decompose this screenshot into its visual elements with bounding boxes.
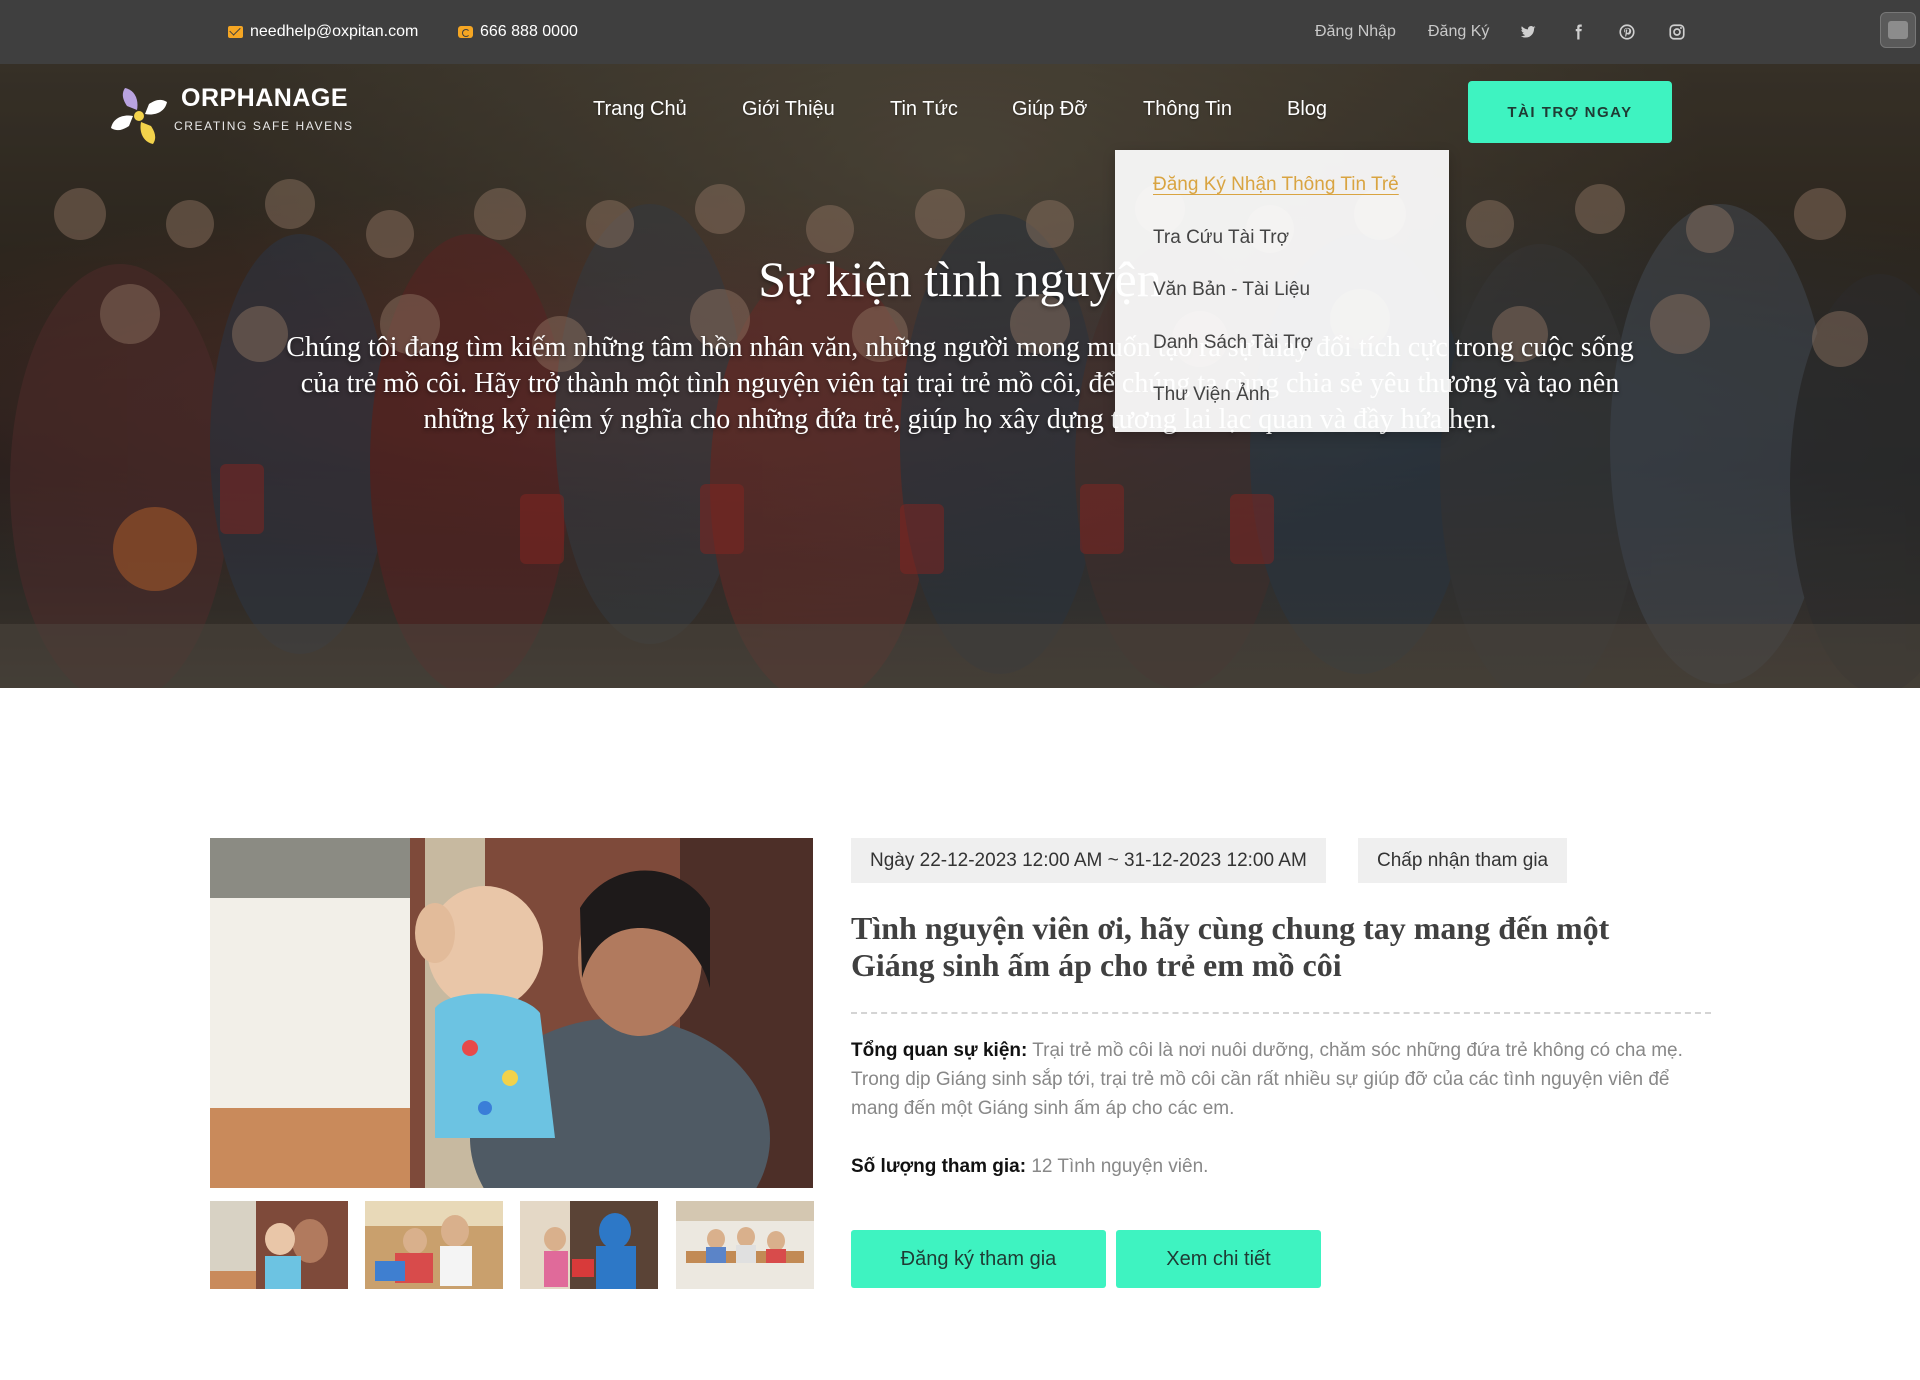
donate-now-button[interactable]: TÀI TRỢ NGAY <box>1468 81 1672 143</box>
dashed-divider <box>851 1012 1711 1014</box>
nav-item-information[interactable]: Thông Tin <box>1143 98 1232 124</box>
nav-item-news[interactable]: Tin Tức <box>890 98 958 124</box>
event-overview-label: Tổng quan sự kiện: <box>851 1040 1028 1061</box>
dropdown-item-sponsor-list[interactable]: Danh Sách Tài Trợ <box>1153 332 1313 354</box>
phone-contact[interactable]: 666 888 0000 <box>458 0 578 64</box>
phone-text: 666 888 0000 <box>480 23 578 40</box>
nav-item-home[interactable]: Trang Chủ <box>593 98 687 124</box>
dropdown-item-sponsorship-lookup[interactable]: Tra Cứu Tài Trợ <box>1153 227 1289 249</box>
envelope-icon <box>228 26 243 38</box>
instagram-icon[interactable] <box>1667 22 1687 42</box>
facebook-icon[interactable] <box>1568 22 1588 42</box>
event-status-badge: Chấp nhận tham gia <box>1358 838 1568 883</box>
participants-label: Số lượng tham gia: <box>851 1156 1027 1177</box>
information-dropdown-menu: Đăng Ký Nhận Thông Tin Trẻ Tra Cứu Tài T… <box>1115 150 1449 432</box>
event-participants: Số lượng tham gia: 12 Tình nguyện viên. <box>851 1152 1701 1181</box>
pinterest-icon[interactable] <box>1617 22 1637 42</box>
event-overview: Tổng quan sự kiện: Trại trẻ mồ côi là nơ… <box>851 1036 1701 1123</box>
register-link[interactable]: Đăng Ký <box>1428 0 1489 64</box>
event-thumbnail[interactable] <box>210 1201 348 1289</box>
participants-text: 12 Tình nguyện viên. <box>1031 1156 1209 1177</box>
extension-icon[interactable] <box>1880 12 1916 48</box>
event-date-range: Ngày 22-12-2023 12:00 AM ~ 31-12-2023 12… <box>851 838 1326 883</box>
event-title[interactable]: Tình nguyện viên ơi, hãy cùng chung tay … <box>851 910 1691 984</box>
twitter-icon[interactable] <box>1518 22 1538 42</box>
logo-name: ORPHANAGE <box>181 84 349 112</box>
site-logo[interactable]: ORPHANAGE CREATING SAFE HAVENS <box>105 80 355 150</box>
top-bar: needhelp@oxpitan.com 666 888 0000 Đăng N… <box>0 0 1920 64</box>
nav-item-about[interactable]: Giới Thiệu <box>742 98 835 124</box>
login-link[interactable]: Đăng Nhập <box>1315 0 1396 64</box>
view-details-button[interactable]: Xem chi tiết <box>1116 1230 1321 1288</box>
phone-icon <box>458 26 473 38</box>
nav-item-blog[interactable]: Blog <box>1287 98 1327 124</box>
logo-tagline: CREATING SAFE HAVENS <box>174 119 354 133</box>
event-thumbnail[interactable] <box>676 1201 814 1289</box>
hero-title: Sự kiện tình nguyện <box>758 251 1162 307</box>
hands-logo-icon <box>111 88 167 144</box>
dropdown-item-photo-gallery[interactable]: Thư Viện Ảnh <box>1153 384 1270 406</box>
dropdown-item-documents[interactable]: Văn Bản - Tài Liệu <box>1153 279 1310 301</box>
dropdown-item-child-info-registration[interactable]: Đăng Ký Nhận Thông Tin Trẻ <box>1153 174 1399 196</box>
email-contact[interactable]: needhelp@oxpitan.com <box>228 0 418 64</box>
event-thumbnail[interactable] <box>365 1201 503 1289</box>
email-text: needhelp@oxpitan.com <box>250 23 419 40</box>
nav-item-help[interactable]: Giúp Đỡ <box>1012 98 1087 124</box>
event-thumbnail[interactable] <box>520 1201 658 1289</box>
event-main-photo[interactable] <box>210 838 813 1188</box>
register-participation-button[interactable]: Đăng ký tham gia <box>851 1230 1106 1288</box>
